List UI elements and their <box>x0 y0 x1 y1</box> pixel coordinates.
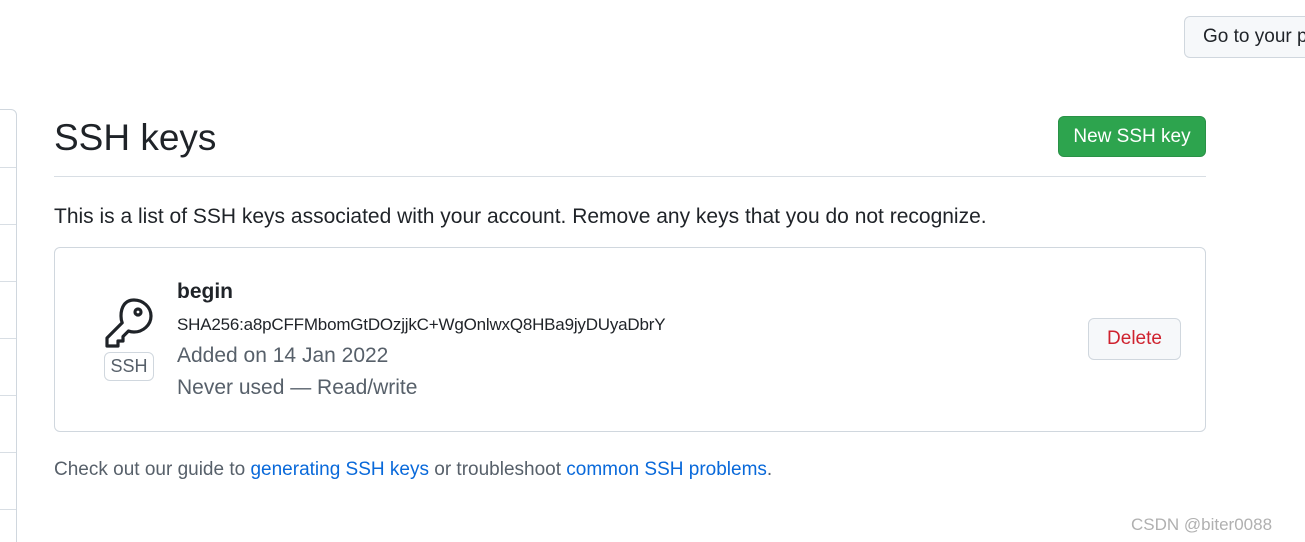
key-usage-status: Never used — Read/write <box>177 376 418 399</box>
sidebar-divider <box>0 224 16 225</box>
go-to-profile-button[interactable]: Go to your p <box>1184 16 1305 58</box>
delete-key-button[interactable]: Delete <box>1088 318 1181 360</box>
key-fingerprint: SHA256:a8pCFFMbomGtDOzjjkC+WgOnlwxQ8HBa9… <box>177 315 666 334</box>
sidebar-divider <box>0 281 16 282</box>
generating-ssh-keys-link[interactable]: generating SSH keys <box>250 459 429 480</box>
help-prefix: Check out our guide to <box>54 459 251 480</box>
sidebar-divider <box>0 338 16 339</box>
intro-text: This is a list of SSH keys associated wi… <box>54 205 987 228</box>
help-text: Check out our guide to generating SSH ke… <box>54 456 772 484</box>
watermark: CSDN @biter0088 <box>1131 515 1273 534</box>
new-ssh-key-button[interactable]: New SSH key <box>1058 116 1206 157</box>
sidebar-divider <box>0 509 16 510</box>
sidebar-divider <box>0 167 16 168</box>
ssh-key-item: SSH begin SHA256:a8pCFFMbomGtDOzjjkC+WgO… <box>54 247 1206 432</box>
key-title: begin <box>177 280 233 303</box>
key-added-date: Added on 14 Jan 2022 <box>177 344 389 367</box>
settings-sidebar <box>0 109 17 542</box>
help-middle: or troubleshoot <box>428 459 567 480</box>
title-divider <box>54 176 1206 177</box>
key-type-badge: SSH <box>104 352 154 381</box>
common-ssh-problems-link[interactable]: common SSH problems <box>566 459 767 480</box>
page-title: SSH keys <box>54 117 217 158</box>
ssh-keys-page: Go to your p SSH keys New SSH key This i… <box>0 0 1305 542</box>
sidebar-divider <box>0 395 16 396</box>
key-icon <box>101 294 157 350</box>
sidebar-divider <box>0 452 16 453</box>
help-suffix: . <box>766 459 773 480</box>
